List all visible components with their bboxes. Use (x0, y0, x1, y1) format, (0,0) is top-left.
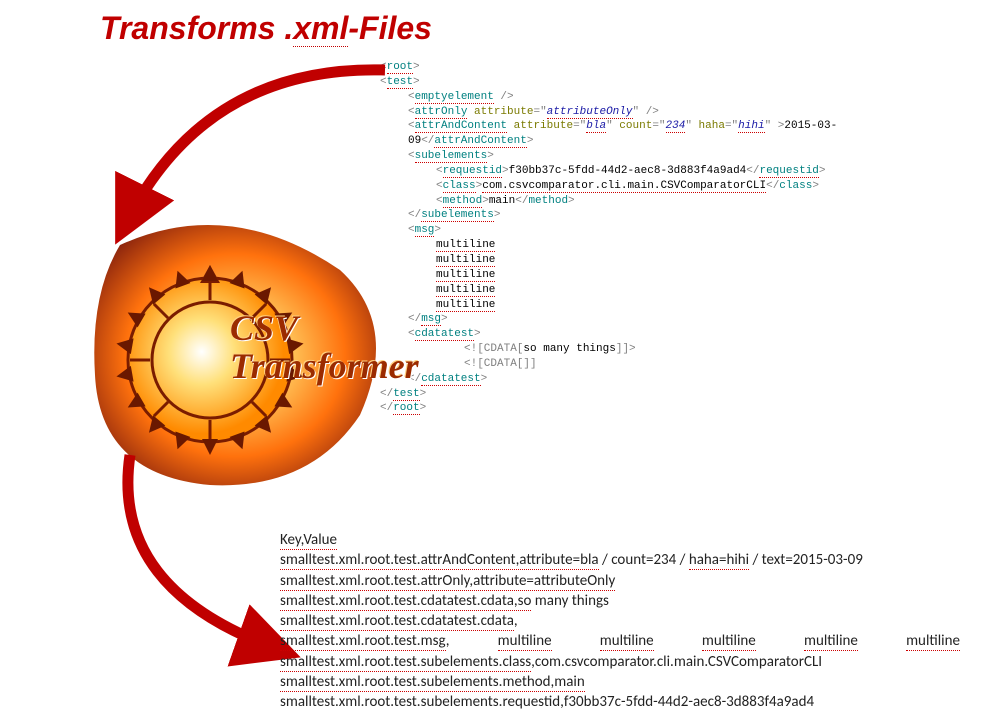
xml-subelements-open: <subelements> (380, 149, 960, 164)
xml-msg-line-4: multiline (380, 283, 960, 298)
csv-header: Key,Value (280, 530, 960, 550)
xml-test-close: </test> (380, 387, 960, 402)
xml-attronly: <attrOnly attribute="attributeOnly" /> (380, 105, 960, 120)
csv-row-8: smalltest.xml.root.test.subelements.requ… (280, 692, 960, 712)
xml-root-open: <root> (380, 60, 960, 75)
xml-msg-line-1: multiline (380, 238, 960, 253)
csv-output-block: Key,Value smalltest.xml.root.test.attrAn… (280, 530, 960, 712)
logo-text: CSV Transformer (230, 310, 419, 386)
xml-emptyelement: <emptyelement /> (380, 90, 960, 105)
slide-title: Transforms .xml-Files (100, 10, 432, 47)
title-xml: xml (293, 10, 348, 47)
xml-msg-line-2: multiline (380, 253, 960, 268)
csv-row-5: smalltest.xml.root.test.msg, multiline m… (280, 631, 960, 651)
xml-msg-close: </msg> (380, 312, 960, 327)
title-part-1: Transforms . (100, 10, 293, 46)
logo-line2: Transformer (230, 348, 419, 386)
xml-class: <class>com.csvcomparator.cli.main.CSVCom… (380, 179, 960, 194)
xml-msg-line-3: multiline (380, 268, 960, 283)
xml-msg-open: <msg> (380, 223, 960, 238)
csv-row-2: smalltest.xml.root.test.attrOnly,attribu… (280, 571, 960, 591)
title-part-3: -Files (348, 10, 432, 46)
xml-subelements-close: </subelements> (380, 208, 960, 223)
xml-root-close: </root> (380, 401, 960, 416)
xml-attrandcontent: <attrAndContent attribute="bla" count="2… (380, 119, 960, 149)
xml-method: <method>main</method> (380, 194, 960, 209)
xml-cdata-2: <![CDATA[]] (380, 357, 960, 372)
csv-row-6: smalltest.xml.root.test.subelements.clas… (280, 652, 960, 672)
xml-cdatatest-close: </cdatatest> (380, 372, 960, 387)
xml-cdata-1: <![CDATA[so many things]]> (380, 342, 960, 357)
csv-row-3: smalltest.xml.root.test.cdatatest.cdata,… (280, 591, 960, 611)
csv-row-7: smalltest.xml.root.test.subelements.meth… (280, 672, 960, 692)
csv-row-4: smalltest.xml.root.test.cdatatest.cdata, (280, 611, 960, 631)
logo-line1: CSV (230, 310, 419, 348)
xml-source-block: <root> <test> <emptyelement /> <attrOnly… (380, 60, 960, 416)
xml-msg-line-5: multiline (380, 298, 960, 313)
xml-test-open: <test> (380, 75, 960, 90)
csv-transformer-logo: CSV Transformer (80, 215, 400, 495)
xml-requestid: <requestid>f30bb37c-5fdd-44d2-aec8-3d883… (380, 164, 960, 179)
csv-row-1: smalltest.xml.root.test.attrAndContent,a… (280, 550, 960, 570)
xml-cdatatest-open: <cdatatest> (380, 327, 960, 342)
